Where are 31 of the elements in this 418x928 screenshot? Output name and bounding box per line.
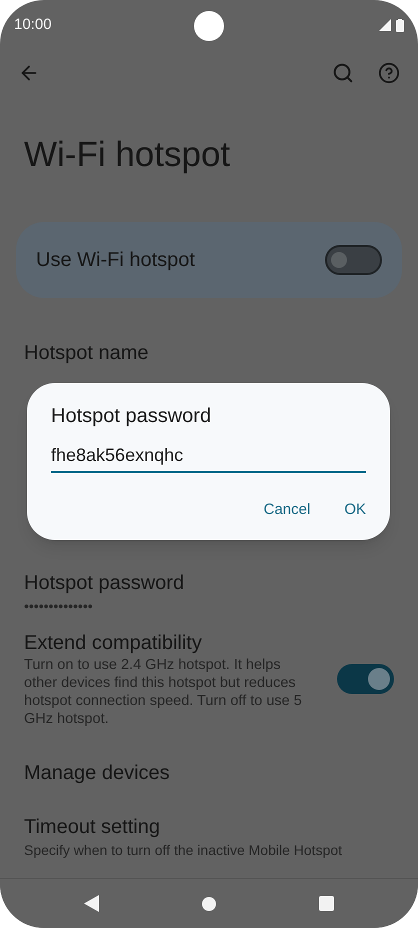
setting-description: •••••••••••••• (24, 597, 94, 616)
setting-title: Hotspot password (24, 571, 186, 596)
setting-row[interactable]: Manage devices (0, 742, 418, 804)
dialog-button[interactable]: OK (336, 495, 374, 526)
setting-title: Hotspot name (24, 341, 150, 366)
search-icon (332, 62, 354, 84)
setting-description: Turn on to use 2.4 GHz hotspot. It helps other devices find this hotspot but reduces hotspot connection speed. Turn off to use 5 GHz hotspot. (24, 656, 303, 728)
camera-cutout-icon (194, 11, 224, 41)
status-time: 10:00 (14, 14, 52, 35)
password-input-field[interactable]: fhe8ak56exnqhc (51, 439, 366, 473)
signal-icon (379, 19, 391, 31)
toggle-switch[interactable] (325, 245, 382, 275)
help-button[interactable] (376, 60, 402, 86)
setting-row[interactable]: Timeout setting Specify when to turn off the inactive Mobile Hotspot (0, 804, 418, 860)
main-switch-label: Use Wi-Fi hotspot (36, 248, 195, 273)
page-title: Wi-Fi hotspot (24, 134, 232, 176)
home-nav-icon[interactable] (202, 896, 216, 910)
setting-title: Timeout setting (24, 815, 161, 840)
battery-icon (396, 18, 404, 32)
setting-row[interactable]: Extend compatibility Turn on to use 2.4 GHz hotspot. It helps other devices find this hotspot but reduces hotspot connection speed. Turn off to use 5 GHz hotspot. (0, 616, 418, 742)
setting-row[interactable]: Hotspot name (0, 322, 418, 384)
back-nav-icon[interactable] (84, 895, 99, 912)
dialog-button[interactable]: Cancel (256, 495, 318, 526)
main-switch-card[interactable]: Use Wi-Fi hotspot (16, 222, 402, 298)
dialog-title: Hotspot password (51, 404, 212, 429)
setting-description: Specify when to turn off the inactive Mobile Hotspot (24, 841, 344, 860)
help-icon (378, 62, 400, 84)
setting-title: Extend compatibility (24, 631, 203, 656)
setting-row[interactable]: Hotspot password •••••••••••••• (0, 560, 418, 616)
toggle-switch[interactable] (337, 664, 394, 694)
setting-title: Manage devices (24, 761, 171, 786)
